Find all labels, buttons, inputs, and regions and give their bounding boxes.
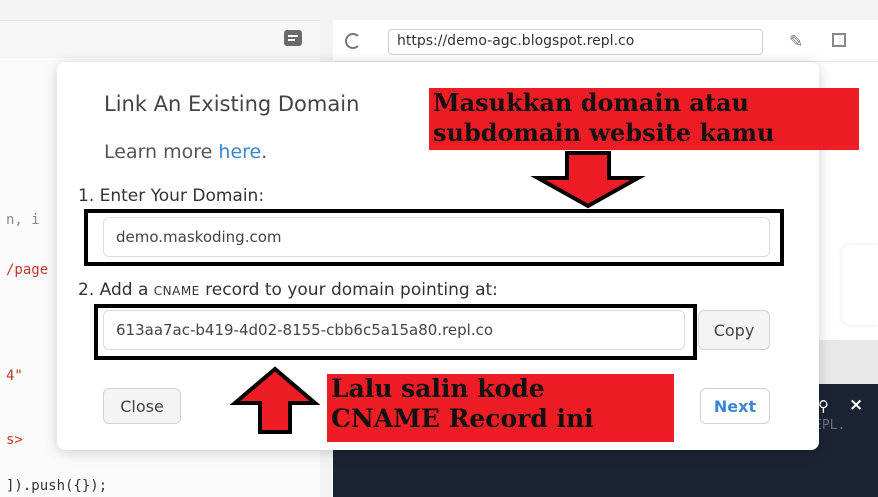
reload-icon[interactable] [345, 33, 361, 49]
copy-button[interactable]: Copy [698, 310, 770, 350]
callout-copy-cname: Lalu salin kode CNAME Record ini [327, 374, 674, 442]
step2-suffix: record to your domain pointing at: [199, 280, 498, 300]
callout-line: Lalu salin kode [331, 374, 545, 403]
step2-prefix: 2. Add a [78, 280, 154, 300]
step1-label: 1. Enter Your Domain: [78, 186, 265, 206]
editor-tab-bar [0, 20, 320, 57]
code-line: ]).push({}); [6, 478, 108, 494]
webview-card [842, 245, 878, 325]
learn-more-suffix: . [261, 141, 268, 163]
callout-line: Masukkan domain atau [433, 88, 749, 117]
close-button[interactable]: Close [103, 388, 181, 424]
code-line: n, i [6, 212, 40, 228]
step2-cname: CNAME [153, 284, 200, 298]
learn-more-prefix: Learn more [104, 141, 219, 163]
dialog-title: Link An Existing Domain [104, 92, 360, 116]
callout-enter-domain: Masukkan domain atau subdomain website k… [429, 88, 859, 150]
next-button[interactable]: Next [700, 388, 770, 424]
callout-line: CNAME Record ini [331, 404, 594, 433]
close-icon[interactable]: × [849, 395, 863, 415]
notes-icon[interactable] [284, 30, 302, 46]
callout-line: subdomain website kamu [433, 118, 775, 147]
annotation-box-cname [94, 304, 697, 360]
code-line: 4" [6, 368, 23, 384]
annotation-box-domain [84, 209, 784, 266]
open-new-tab-icon[interactable] [832, 33, 846, 47]
code-line: /page [6, 262, 49, 278]
learn-more-text: Learn more here. [104, 141, 267, 163]
learn-more-link[interactable]: here [218, 141, 261, 163]
url-input[interactable]: https://demo-agc.blogspot.repl.co [388, 29, 763, 55]
step2-label: 2. Add a CNAME record to your domain poi… [78, 280, 498, 300]
code-line: s> [6, 432, 23, 448]
pencil-icon[interactable]: ✎ [789, 32, 803, 52]
search-icon[interactable]: ⚲ [818, 397, 829, 415]
